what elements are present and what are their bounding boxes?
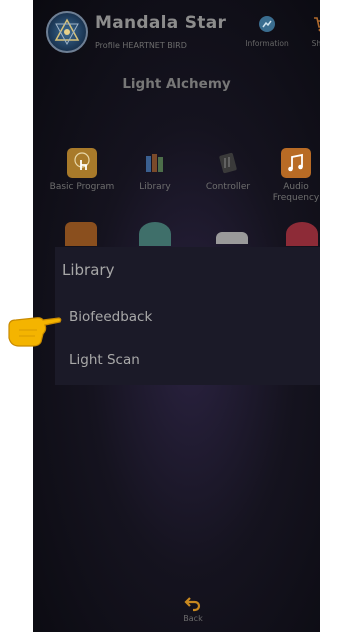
touch-hand-icon <box>67 148 97 178</box>
option-light-scan[interactable]: Light Scan <box>69 352 309 368</box>
information-icon <box>239 15 295 35</box>
back-label: Back <box>183 614 203 623</box>
tile-audio-frequency[interactable]: Audio Frequency <box>266 148 320 204</box>
tile-label: Controller <box>205 182 251 192</box>
information-label: Information <box>245 39 289 48</box>
app-title: Mandala Star <box>95 13 227 33</box>
tile-label: Library <box>139 182 171 192</box>
tile-label: Audio Frequency <box>272 182 320 203</box>
tile-controller[interactable]: Controller <box>193 148 263 193</box>
shop-button[interactable]: Shop <box>301 15 320 48</box>
pointing-hand-icon <box>5 308 63 354</box>
back-button[interactable]: Back <box>173 596 213 623</box>
shop-label: Shop <box>311 39 320 48</box>
app-screen: Mandala Star Profile HEARTNET BIRD Infor… <box>33 0 320 632</box>
controller-icon <box>213 148 243 178</box>
section-title: Light Alchemy <box>122 76 231 92</box>
tile-basic-program[interactable]: Basic Program <box>47 148 117 193</box>
profile-label: Profile HEARTNET BIRD <box>95 41 187 50</box>
mandala-logo-icon <box>46 11 88 53</box>
option-biofeedback[interactable]: Biofeedback <box>69 309 309 325</box>
library-dialog: Library Biofeedback Light Scan <box>55 247 320 385</box>
tile-row2-4[interactable] <box>286 222 318 246</box>
tile-label: Basic Program <box>49 182 115 192</box>
tile-row2-2[interactable] <box>139 222 171 246</box>
cart-icon <box>301 15 320 35</box>
tile-library[interactable]: Library <box>120 148 190 193</box>
information-button[interactable]: Information <box>239 15 295 48</box>
music-note-icon <box>281 148 311 178</box>
tile-row2-3[interactable] <box>216 232 248 244</box>
tile-row2-1[interactable] <box>65 222 97 246</box>
dialog-title: Library <box>62 261 115 279</box>
books-icon <box>140 148 170 178</box>
back-arrow-icon <box>184 597 201 612</box>
